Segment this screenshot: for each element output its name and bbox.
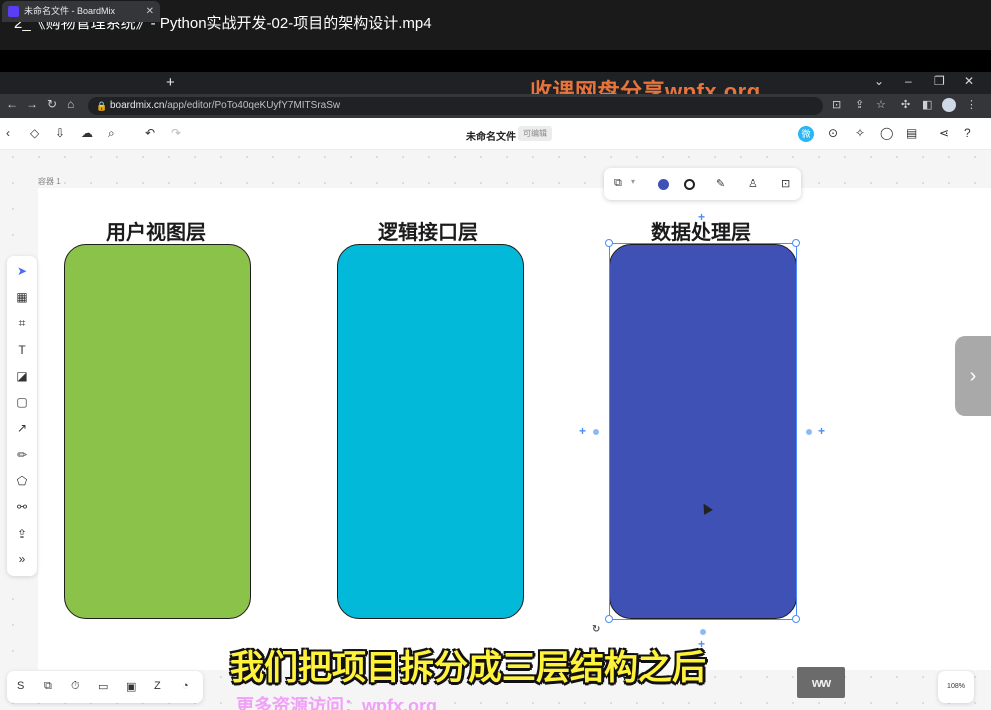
resize-handle-top-left[interactable] [605, 239, 613, 247]
connector-point-left[interactable] [593, 429, 599, 435]
layer-box-user-view[interactable] [64, 244, 251, 619]
browser-tab-title: 未命名文件 - BoardMix [24, 6, 116, 16]
channel-logo: ww [797, 667, 845, 698]
celebrate-icon[interactable]: ✧ [855, 126, 865, 140]
cloud-save-icon[interactable]: ☁ [81, 126, 93, 140]
bottom-toolbar: S ⧉ ⏱ ▭ ▣ Z ◔ [7, 671, 203, 703]
import-icon[interactable]: ⇩ [55, 126, 65, 140]
rotate-handle-icon[interactable]: ↻ [592, 624, 600, 635]
add-connector-top-icon[interactable]: + [698, 210, 705, 224]
window-close-icon[interactable]: ✕ [964, 74, 974, 88]
browser-tabstrip [0, 72, 991, 94]
container-label: 容器 1 [38, 177, 61, 186]
help-icon[interactable]: ? [964, 126, 971, 140]
mindmap-tool-icon[interactable]: ⚯ [7, 500, 37, 514]
add-connector-left-icon[interactable]: + [579, 424, 586, 438]
template-tool-icon[interactable]: ▦ [7, 290, 37, 304]
outline-icon[interactable]: S [17, 680, 24, 692]
side-panel-icon[interactable]: ◧ [922, 98, 932, 111]
layer-box-data-processing[interactable] [609, 244, 797, 619]
tag-icon[interactable]: ◇ [30, 126, 39, 140]
screen: 2_《购物管理系统》- Python实战开发-02-项目的架构设计.mp4 未命… [0, 0, 991, 710]
shape-type-chevron-icon[interactable]: ▾ [631, 177, 635, 186]
url-host: boardmix.cn [110, 100, 165, 111]
sticky-note-tool-icon[interactable]: ◪ [7, 369, 37, 383]
format-brush-icon[interactable]: ✎ [716, 177, 725, 190]
video-subtitle: 我们把项目拆分成三层结构之后 [230, 649, 706, 687]
next-arrow-icon[interactable]: › [955, 336, 991, 416]
tab-search-chevron-icon[interactable]: ⌄ [874, 74, 884, 88]
home-icon[interactable]: ⌂ [67, 97, 74, 111]
share-page-icon[interactable]: ⇪ [855, 98, 864, 111]
resize-handle-bottom-left[interactable] [605, 615, 613, 623]
comment-icon[interactable]: ◯ [880, 126, 893, 140]
app-back-icon[interactable]: ‹ [6, 126, 10, 140]
back-icon[interactable]: ← [6, 97, 18, 111]
layer-title-logic-interface[interactable]: 逻辑接口层 [378, 216, 478, 245]
video-icon[interactable]: ▣ [126, 680, 136, 693]
app-topbar: ‹ ◇ ⇩ ☁ ⌕ ↶ ↷ 未命名文件 可编辑 微 ⊙ ✧ ◯ ▤ ⋖ ? [0, 118, 991, 150]
video-subtitle-partial: 更多资源访问：wpfx.org [236, 696, 437, 710]
unlock-icon[interactable]: ⊡ [781, 177, 790, 190]
permission-badge: 可编辑 [518, 126, 552, 141]
pen-tool-icon[interactable]: ✏ [7, 448, 37, 462]
history-icon[interactable]: ◔ [182, 680, 189, 692]
text-tool-icon[interactable]: T [7, 343, 37, 357]
restore-icon[interactable]: ❐ [934, 74, 945, 88]
extensions-icon[interactable]: ✣ [901, 98, 910, 111]
forward-icon[interactable]: → [26, 97, 38, 111]
collaborator-avatar[interactable]: 微 [798, 126, 814, 142]
install-app-icon[interactable]: ⊡ [832, 98, 841, 111]
video-letterbox [0, 50, 991, 72]
undo-icon[interactable]: ↶ [145, 126, 155, 140]
shape-tool-icon[interactable]: ▢ [7, 395, 37, 409]
browser-tab[interactable]: 未命名文件 - BoardMix ✕ [2, 1, 160, 22]
search-icon[interactable]: ⌕ [108, 126, 115, 141]
connector-point-bottom[interactable] [700, 629, 706, 635]
tab-close-icon[interactable]: ✕ [146, 1, 154, 22]
layer-title-user-view[interactable]: 用户视图层 [106, 216, 206, 245]
url-path: /app/editor/PoTo40qeKUyfY7MITSraSw [164, 100, 341, 111]
share-icon[interactable]: ⋖ [939, 126, 949, 140]
more-tools-icon[interactable]: » [7, 552, 37, 566]
connector-tool-icon[interactable]: ↗ [7, 421, 37, 435]
shape-type-icon[interactable]: ⧉ [614, 177, 622, 190]
ai-icon[interactable]: Z [154, 680, 161, 692]
address-bar[interactable]: 🔒 boardmix.cn/app/editor/PoTo40qeKUyfY7M… [88, 97, 823, 115]
new-tab-icon[interactable]: + [166, 72, 175, 94]
shape-format-toolbar: ⧉ ▾ ✎ ♙ ⊡ [604, 168, 801, 200]
select-tool-icon[interactable]: ➤ [7, 264, 37, 278]
minimize-icon[interactable]: – [905, 74, 912, 88]
resize-handle-bottom-right[interactable] [792, 615, 800, 623]
frame-tool-icon[interactable]: ⌗ [7, 316, 37, 331]
profile-avatar[interactable] [942, 98, 956, 112]
fill-color-swatch[interactable] [658, 179, 669, 190]
reload-icon[interactable]: ↻ [47, 97, 57, 111]
border-style-icon[interactable] [684, 179, 695, 190]
layout-icon[interactable]: ▤ [906, 126, 917, 140]
left-toolbar: ➤ ▦ ⌗ T ◪ ▢ ↗ ✏ ⬠ ⚯ ⇪ » [7, 256, 37, 576]
chat-icon[interactable]: ⧉ [44, 680, 52, 693]
polygon-tool-icon[interactable]: ⬠ [7, 474, 37, 488]
connector-point-right[interactable] [806, 429, 812, 435]
lock-icon: 🔒 [96, 101, 108, 111]
present-icon[interactable]: ⊙ [828, 126, 838, 140]
browser-menu-icon[interactable]: ⋮ [966, 98, 977, 111]
document-title[interactable]: 未命名文件 [466, 128, 516, 143]
upload-tool-icon[interactable]: ⇪ [7, 527, 37, 541]
resize-handle-top-right[interactable] [792, 239, 800, 247]
bookmark-star-icon[interactable]: ☆ [876, 98, 886, 111]
zoom-level[interactable]: 108% [938, 671, 974, 703]
layer-box-logic-interface[interactable] [337, 244, 524, 619]
comments-icon[interactable]: ▭ [98, 680, 108, 693]
redo-icon[interactable]: ↷ [171, 126, 181, 140]
boardmix-favicon-icon [8, 6, 19, 17]
boardmix-app: ‹ ◇ ⇩ ☁ ⌕ ↶ ↷ 未命名文件 可编辑 微 ⊙ ✧ ◯ ▤ ⋖ ? 容器… [0, 118, 991, 710]
timer-icon[interactable]: ⏱ [71, 680, 80, 693]
add-connector-right-icon[interactable]: + [818, 424, 825, 438]
stamp-icon[interactable]: ♙ [748, 177, 758, 190]
